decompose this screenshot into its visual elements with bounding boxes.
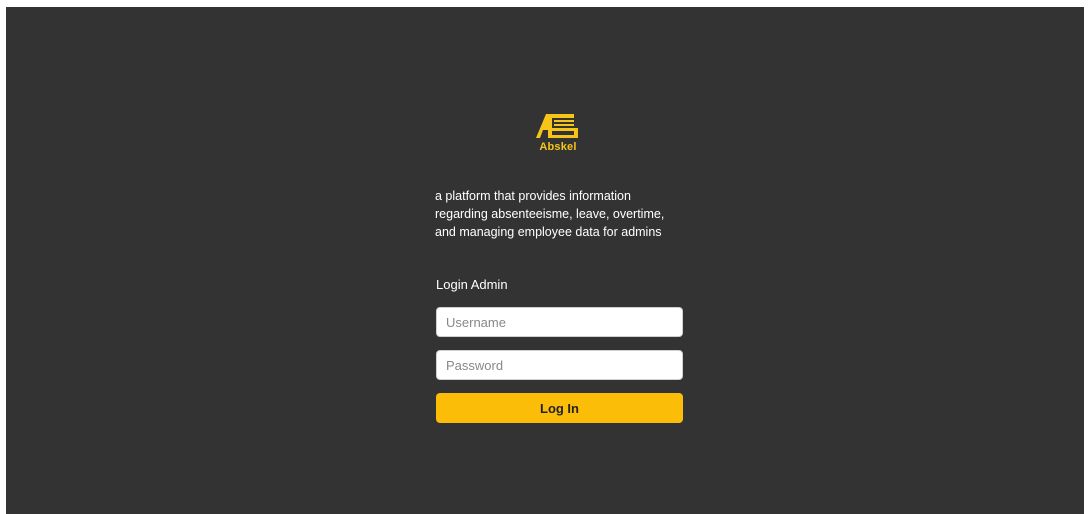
tagline-line-2: regarding absenteeisme, leave, overtime, (435, 207, 665, 221)
tagline: a platform that provides information reg… (435, 187, 715, 241)
brand-logo: Abskel (532, 110, 582, 156)
tagline-line-1: a platform that provides information (435, 189, 631, 203)
login-button[interactable]: Log In (436, 393, 683, 423)
brand-name: Abskel (539, 141, 577, 153)
login-heading: Login Admin (436, 277, 508, 292)
username-input[interactable] (436, 307, 683, 337)
password-input[interactable] (436, 350, 683, 380)
abskel-logo-icon (536, 114, 578, 138)
login-screen: Abskel a platform that provides informat… (6, 7, 1084, 514)
tagline-line-3: and managing employee data for admins (435, 225, 662, 239)
